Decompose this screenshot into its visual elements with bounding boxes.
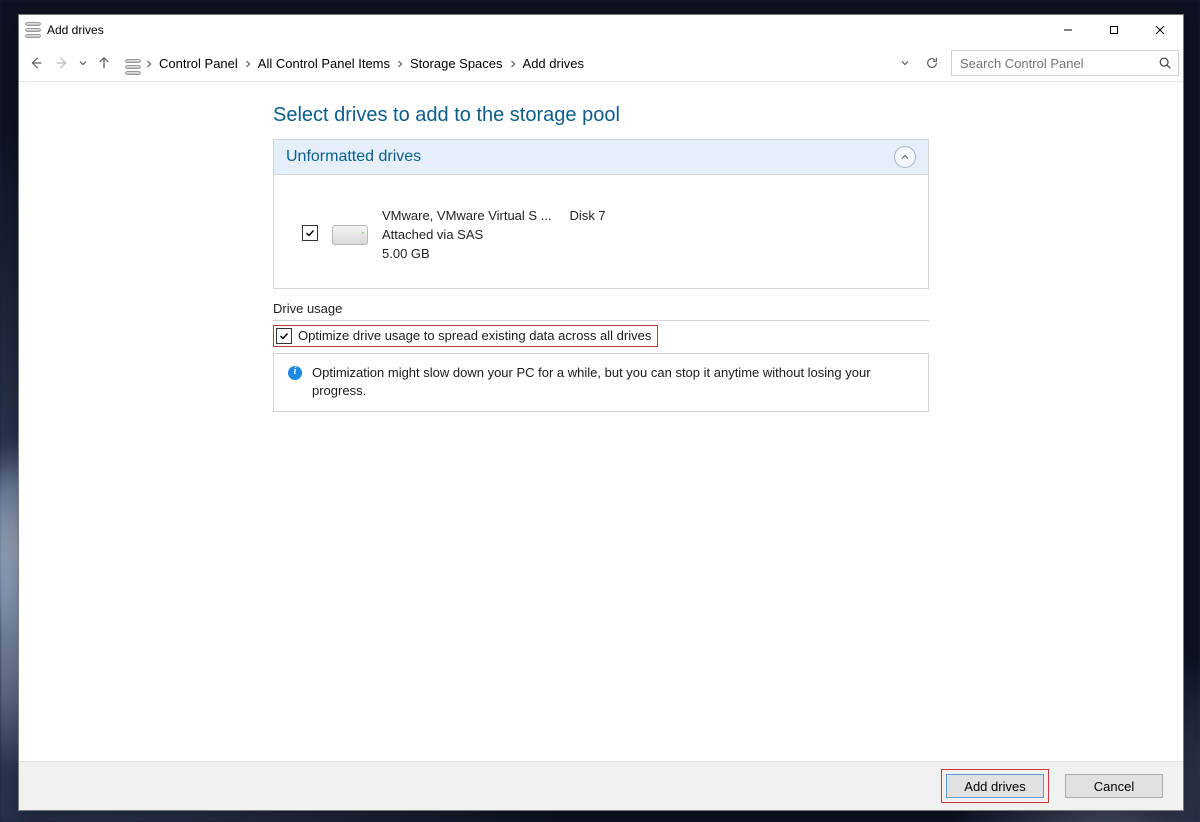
optimize-label: Optimize drive usage to spread existing … [298, 328, 651, 343]
window-add-drives: Add drives [18, 14, 1184, 811]
info-text: Optimization might slow down your PC for… [312, 364, 914, 402]
info-icon: i [288, 366, 302, 380]
optimize-checkbox[interactable] [276, 328, 292, 344]
add-drives-highlight: Add drives [941, 769, 1049, 803]
drive-attachment: Attached via SAS [382, 226, 606, 245]
close-button[interactable] [1137, 15, 1183, 45]
crumb-control-panel[interactable]: Control Panel [153, 51, 244, 75]
search-input[interactable] [958, 55, 1158, 72]
nav-back-button[interactable] [23, 50, 49, 76]
crumb-add-drives[interactable]: Add drives [517, 51, 590, 75]
cancel-button[interactable]: Cancel [1065, 774, 1163, 798]
section-title: Unformatted drives [286, 148, 421, 166]
add-drives-button[interactable]: Add drives [946, 774, 1044, 798]
crumb-storage-spaces[interactable]: Storage Spaces [404, 51, 509, 75]
unformatted-drives-section: Unformatted drives VMware, VMware Virtua… [273, 139, 929, 289]
drive-size: 5.00 GB [382, 245, 606, 264]
maximize-button[interactable] [1091, 15, 1137, 45]
footer-bar: Add drives Cancel [19, 761, 1183, 810]
chevron-right-icon[interactable] [509, 56, 517, 71]
optimize-option-highlight: Optimize drive usage to spread existing … [273, 325, 658, 347]
drive-details: VMware, VMware Virtual S ... Disk 7 Atta… [382, 207, 606, 264]
drive-usage-heading: Drive usage [273, 301, 929, 321]
drive-disk-number: Disk 7 [570, 207, 606, 226]
breadcrumb: Control Panel All Control Panel Items St… [145, 45, 897, 81]
refresh-button[interactable] [919, 50, 945, 76]
nav-forward-button[interactable] [49, 50, 75, 76]
content-area: Select drives to add to the storage pool… [19, 82, 1183, 761]
titlebar: Add drives [19, 15, 1183, 45]
chevron-right-icon[interactable] [396, 56, 404, 71]
navigation-bar: Control Panel All Control Panel Items St… [19, 45, 1183, 82]
page-title: Select drives to add to the storage pool [273, 104, 929, 127]
section-header-unformatted[interactable]: Unformatted drives [274, 140, 928, 175]
search-box[interactable] [951, 50, 1179, 76]
drive-checkbox[interactable] [302, 225, 318, 241]
collapse-icon[interactable] [894, 146, 916, 168]
search-icon [1158, 56, 1172, 70]
window-title: Add drives [47, 23, 104, 37]
chevron-right-icon[interactable] [145, 56, 153, 71]
optimization-info: i Optimization might slow down your PC f… [273, 353, 929, 413]
nav-up-button[interactable] [91, 50, 117, 76]
storage-pool-icon [25, 22, 41, 38]
drive-name: VMware, VMware Virtual S ... [382, 207, 552, 226]
hard-drive-icon [332, 225, 368, 245]
address-history-dropdown[interactable] [897, 50, 913, 76]
storage-pool-icon [125, 51, 141, 75]
crumb-all-items[interactable]: All Control Panel Items [252, 51, 396, 75]
minimize-button[interactable] [1045, 15, 1091, 45]
drive-row[interactable]: VMware, VMware Virtual S ... Disk 7 Atta… [274, 175, 928, 288]
nav-recent-dropdown[interactable] [75, 50, 91, 76]
chevron-right-icon[interactable] [244, 56, 252, 71]
